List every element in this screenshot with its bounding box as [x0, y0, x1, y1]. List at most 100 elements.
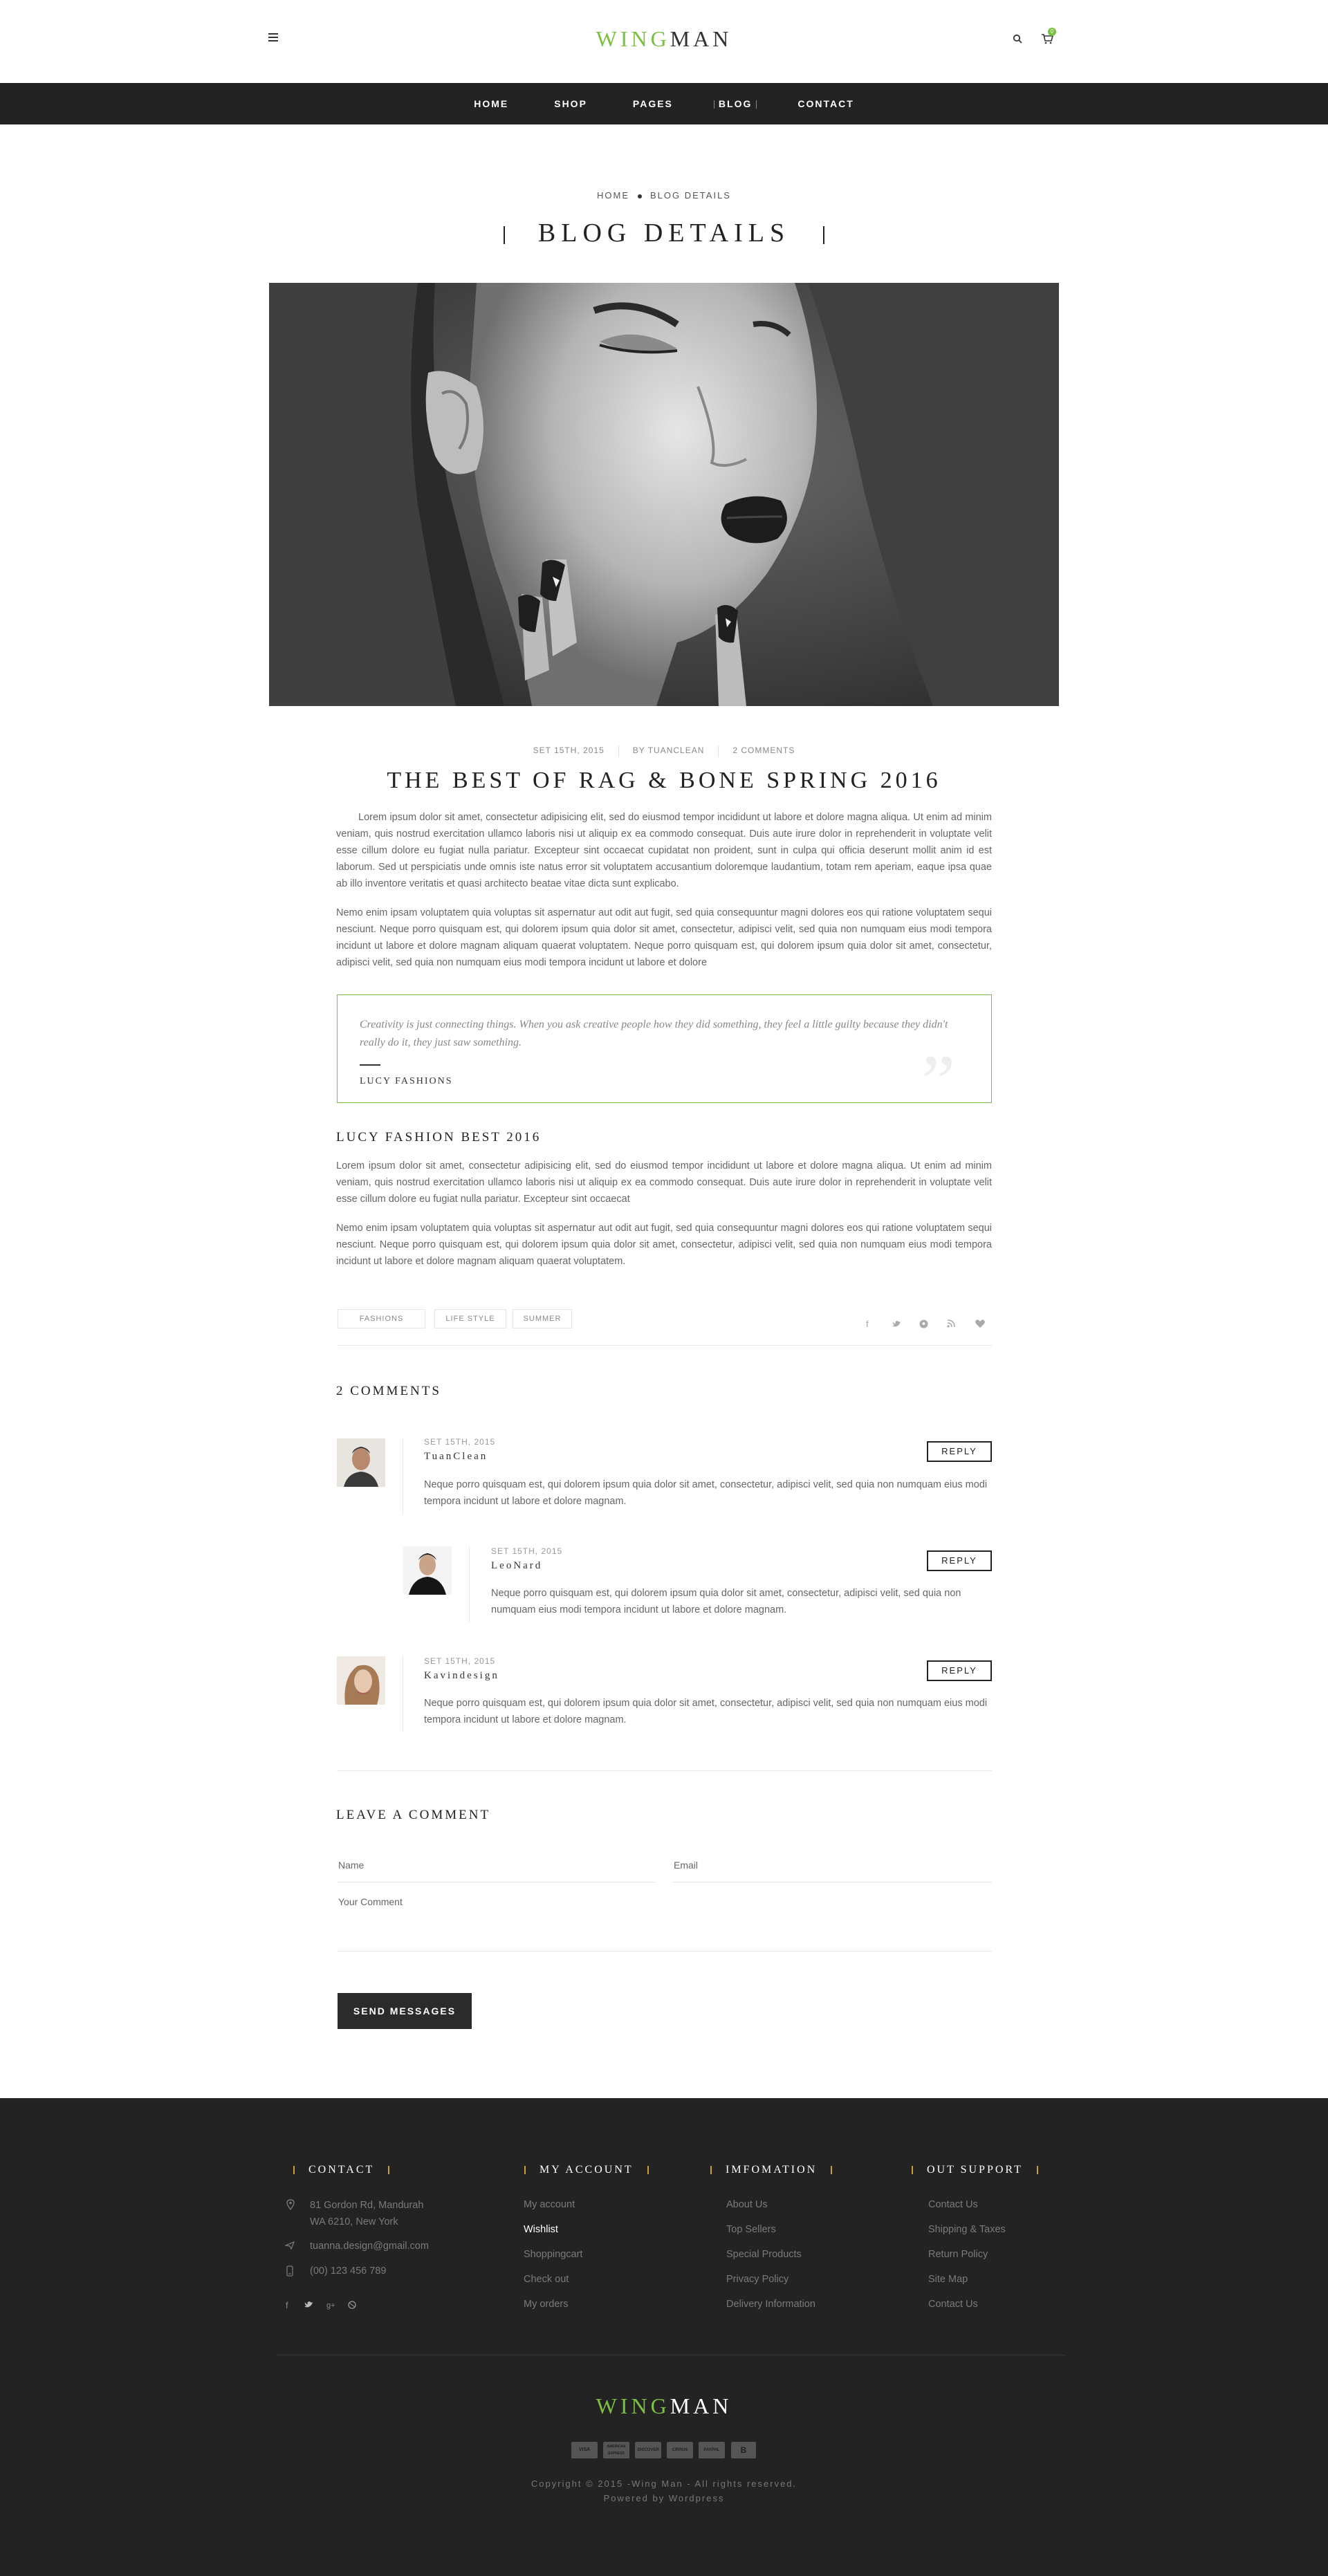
- nav-pages[interactable]: PAGES: [610, 98, 696, 109]
- footer-info-title-text: IMFOMATION: [726, 2164, 818, 2176]
- footer-account-title: MY ACCOUNT: [524, 2164, 663, 2176]
- post-author[interactable]: BY TUANCLEAN: [619, 745, 719, 755]
- footer-phone: (00) 123 456 789: [310, 2265, 387, 2277]
- tag-fashions[interactable]: FASHIONS: [338, 1309, 425, 1328]
- site-logo[interactable]: WINGMAN: [0, 26, 1328, 52]
- visa-icon: VISA: [571, 2442, 598, 2458]
- comment-date: SET 15TH, 2015: [424, 1437, 496, 1447]
- rss-icon[interactable]: [947, 1319, 955, 1328]
- comment-text: Neque porro quisquam est, qui dolorem ip…: [424, 1698, 988, 1725]
- nav-contact[interactable]: CONTACT: [775, 98, 876, 109]
- post-date: SET 15TH, 2015: [533, 745, 605, 756]
- tag-life-style[interactable]: LIFE STYLE: [434, 1309, 506, 1328]
- footer-link-shipping-taxes[interactable]: Shipping & Taxes: [928, 2224, 1006, 2235]
- comment-date: SET 15TH, 2015: [424, 1656, 496, 1666]
- footer-link-return-policy[interactable]: Return Policy: [928, 2249, 988, 2260]
- footer-address-line-1: 81 Gordon Rd, Mandurah: [310, 2200, 424, 2211]
- post-comments-count[interactable]: 2 COMMENTS: [719, 745, 809, 755]
- phone-icon: [286, 2265, 293, 2277]
- comment-author[interactable]: Kavindesign: [424, 1670, 499, 1682]
- name-field[interactable]: [337, 1848, 655, 1882]
- twitter-icon[interactable]: [304, 2301, 313, 2308]
- footer-info-title: IMFOMATION: [710, 2164, 846, 2176]
- title-bar-right: [823, 226, 825, 245]
- footer-link-top-sellers[interactable]: Top Sellers: [726, 2224, 776, 2235]
- comment-author[interactable]: LeoNard: [491, 1560, 542, 1572]
- email-field[interactable]: [672, 1848, 992, 1882]
- send-icon: [285, 2241, 295, 2250]
- reply-button[interactable]: REPLY: [927, 1441, 992, 1462]
- heart-icon[interactable]: [975, 1319, 985, 1328]
- footer-link-shoppingcart[interactable]: Shoppingcart: [524, 2249, 582, 2260]
- comment-date: SET 15TH, 2015: [491, 1546, 563, 1556]
- footer-support-title-text: OUT SUPPORT: [927, 2164, 1023, 2176]
- breadcrumb-current: BLOG DETAILS: [650, 190, 731, 201]
- amex-icon: AMERICAN EXPRESS: [603, 2442, 629, 2458]
- breadcrumb: HOME BLOG DETAILS: [0, 190, 1328, 201]
- pinterest-icon[interactable]: [919, 1319, 928, 1328]
- footer-link-about-us[interactable]: About Us: [726, 2199, 768, 2210]
- footer-link-special-products[interactable]: Special Products: [726, 2249, 802, 2260]
- post-paragraph-4: Nemo enim ipsam voluptatem quia voluptas…: [336, 1223, 992, 1267]
- footer-account-title-text: MY ACCOUNT: [540, 2164, 634, 2176]
- facebook-icon[interactable]: f: [286, 2300, 288, 2310]
- footer-logo[interactable]: WINGMAN: [0, 2393, 1328, 2419]
- footer-link-contact-us-2[interactable]: Contact Us: [928, 2299, 978, 2310]
- breadcrumb-home[interactable]: HOME: [597, 190, 629, 201]
- footer-link-privacy-policy[interactable]: Privacy Policy: [726, 2274, 788, 2285]
- footer-address-line-2: WA 6210, New York: [310, 2216, 398, 2227]
- copyright-text: Copyright © 2015 -Wing Man - All rights …: [531, 2478, 797, 2489]
- footer-logo-part-2: MAN: [670, 2393, 732, 2418]
- post-subheading: LUCY FASHION BEST 2016: [336, 1130, 542, 1145]
- google-plus-icon[interactable]: g+: [326, 2301, 335, 2310]
- search-icon[interactable]: [1013, 34, 1022, 44]
- map-pin-icon: [286, 2199, 295, 2210]
- facebook-icon[interactable]: f: [866, 1319, 869, 1329]
- footer-contact-title: CONTACT: [293, 2164, 403, 2176]
- nav-blog[interactable]: BLOG: [696, 98, 775, 109]
- footer-link-my-orders[interactable]: My orders: [524, 2299, 568, 2310]
- footer-link-my-account[interactable]: My account: [524, 2199, 575, 2210]
- post-footer-divider: [337, 1345, 992, 1346]
- avatar: [337, 1438, 385, 1487]
- post-paragraph-2: Nemo enim ipsam voluptatem quia voluptas…: [336, 907, 992, 968]
- comment-author[interactable]: TuanClean: [424, 1451, 488, 1463]
- main-nav: HOME SHOP PAGES BLOG CONTACT: [0, 83, 1328, 124]
- site-footer: [0, 2098, 1328, 2576]
- quote-author: LUCY FASHIONS: [360, 1076, 453, 1086]
- post-meta: SET 15TH, 2015 BY TUANCLEAN 2 COMMENTS: [0, 745, 1328, 757]
- page-title: BLOG DETAILS: [0, 218, 1328, 248]
- comments-heading: 2 COMMENTS: [336, 1384, 441, 1398]
- logo-part-2: MAN: [670, 26, 732, 51]
- page-title-text: BLOG DETAILS: [537, 219, 791, 248]
- post-paragraph-1: Lorem ipsum dolor sit amet, consectetur …: [336, 812, 992, 889]
- tag-summer[interactable]: SUMMER: [513, 1309, 572, 1328]
- send-messages-button[interactable]: SEND MESSAGES: [338, 1993, 472, 2029]
- avatar: [337, 1656, 385, 1705]
- footer-email[interactable]: tuanna.design@gmail.com: [310, 2238, 429, 2254]
- blockquote: Creativity is just connecting things. Wh…: [337, 994, 992, 1120]
- blog-hero-image: [269, 283, 1059, 706]
- reply-button[interactable]: REPLY: [927, 1550, 992, 1571]
- paypal-icon: PAYPAL: [699, 2442, 725, 2458]
- avatar: [403, 1546, 452, 1595]
- reply-button[interactable]: REPLY: [927, 1660, 992, 1681]
- footer-link-wishlist[interactable]: Wishlist: [524, 2224, 558, 2235]
- bitcoin-icon: B: [731, 2442, 756, 2458]
- comment-text: Neque porro quisquam est, qui dolorem ip…: [491, 1588, 961, 1615]
- quote-mark-icon: ”: [921, 1039, 955, 1124]
- dribbble-icon[interactable]: [348, 2301, 356, 2309]
- logo-part-1: WING: [596, 26, 670, 51]
- footer-logo-part-1: WING: [596, 2393, 670, 2418]
- footer-link-check-out[interactable]: Check out: [524, 2274, 569, 2285]
- footer-link-site-map[interactable]: Site Map: [928, 2274, 968, 2285]
- nav-shop[interactable]: SHOP: [531, 98, 610, 109]
- comment-field[interactable]: [337, 1887, 992, 1952]
- site-header: WINGMAN 0: [0, 0, 1328, 83]
- footer-link-delivery-information[interactable]: Delivery Information: [726, 2299, 815, 2310]
- nav-home[interactable]: HOME: [451, 98, 531, 109]
- footer-support-title: OUT SUPPORT: [912, 2164, 1052, 2176]
- twitter-icon[interactable]: [892, 1320, 901, 1328]
- post-title: THE BEST OF RAG & BONE SPRING 2016: [387, 768, 941, 793]
- footer-link-contact-us[interactable]: Contact Us: [928, 2199, 978, 2210]
